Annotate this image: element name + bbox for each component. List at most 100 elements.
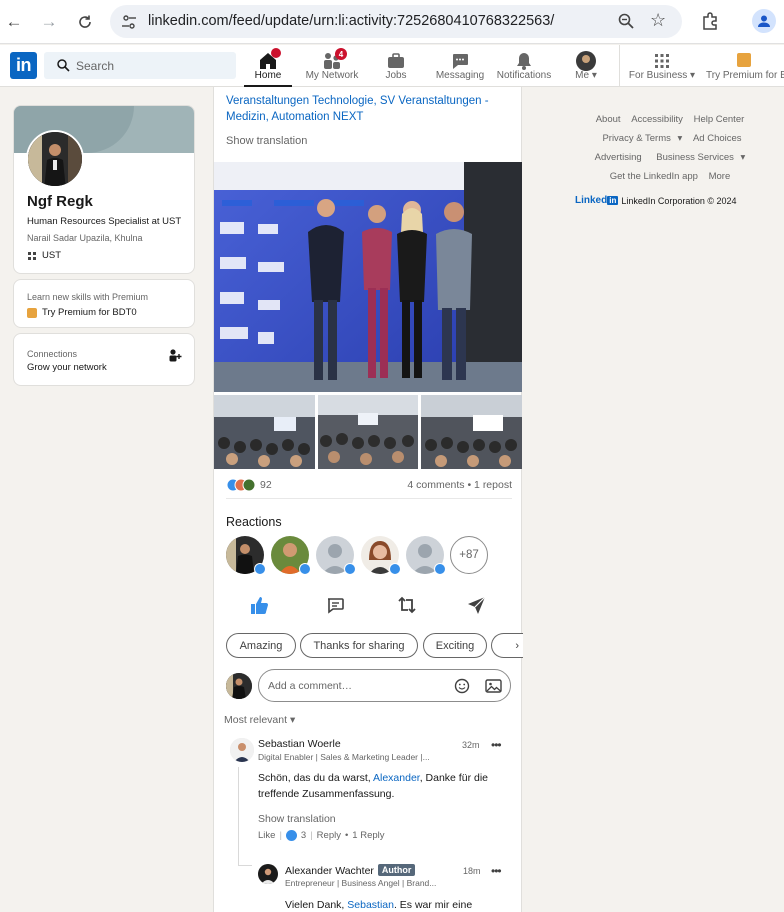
premium-icon [737, 53, 751, 67]
nav-me-label: Me ▾ [575, 70, 597, 81]
linkedin-logo[interactable]: in [10, 52, 37, 79]
profile-avatar[interactable] [26, 130, 84, 188]
nav-jobs[interactable]: Jobs [372, 45, 420, 87]
company-name: UST [42, 250, 61, 261]
replier-avatar[interactable] [258, 864, 278, 884]
post-main-photo[interactable] [214, 162, 522, 392]
footer-copyright: LinkedIn Corporation © 2024 [621, 195, 737, 206]
chat-icon [453, 54, 468, 69]
chevron-right-icon: › [515, 639, 519, 652]
footer-link-more[interactable]: More [709, 171, 731, 182]
thread-line [238, 767, 239, 865]
nav-home[interactable]: Home [244, 45, 292, 87]
post-thumbnail[interactable] [317, 395, 419, 469]
show-translation-link[interactable]: Show translation [226, 135, 307, 147]
premium-card[interactable]: Learn new skills with Premium Try Premiu… [13, 279, 195, 328]
profile-card[interactable]: Ngf Regk Human Resources Specialist at U… [13, 105, 195, 274]
reload-icon[interactable] [73, 10, 97, 34]
footer-link-help[interactable]: Help Center [694, 114, 745, 125]
zoom-icon[interactable] [617, 12, 635, 30]
emoji-icon[interactable] [454, 678, 470, 694]
reply-time: 18m [463, 866, 481, 876]
nav-for-business[interactable]: For Business ▾ [626, 45, 698, 87]
comment-composer: Add a comment… [226, 669, 512, 703]
grid-icon [655, 54, 669, 68]
reactor-avatar[interactable] [406, 536, 446, 575]
nav-messaging-label: Messaging [435, 70, 485, 81]
reaction-icons[interactable] [226, 478, 258, 492]
url-text[interactable]: linkedin.com/feed/update/urn:li:activity… [148, 13, 554, 29]
comments-reposts-count[interactable]: 4 comments • 1 repost [407, 479, 512, 491]
post-text-line[interactable]: Veranstaltungen Technologie, SV Veransta… [226, 93, 516, 109]
comment-icon[interactable] [324, 594, 346, 616]
like-badge-icon [434, 563, 446, 575]
footer-link-get-app[interactable]: Get the LinkedIn app [610, 171, 698, 182]
comment-like-button[interactable]: Like [258, 830, 275, 841]
footer-links: About Accessibility Help Center Privacy … [570, 110, 770, 186]
post-thumbnail[interactable] [214, 395, 315, 469]
mention-link[interactable]: Sebastian [347, 899, 394, 911]
nav-notifications[interactable]: Notifications [494, 45, 554, 87]
nav-jobs-label: Jobs [385, 70, 407, 81]
add-connection-icon[interactable] [168, 348, 182, 362]
footer-link-advertising[interactable]: Advertising [595, 152, 642, 163]
comment-replies-count[interactable]: 1 Reply [352, 830, 384, 841]
footer-link-ad-choices[interactable]: Ad Choices [693, 133, 742, 144]
connections-card[interactable]: Connections Grow your network [13, 333, 195, 386]
chips-scroll-right[interactable]: › [491, 633, 523, 658]
profile-name[interactable]: Ngf Regk [27, 193, 93, 210]
thread-line [238, 865, 252, 866]
reactions-heading: Reactions [226, 515, 282, 529]
nav-messaging[interactable]: Messaging [432, 45, 488, 87]
more-reactors-button[interactable]: +87 [450, 536, 488, 574]
extensions-icon[interactable] [700, 11, 720, 31]
image-icon[interactable] [485, 678, 502, 694]
forward-icon[interactable]: → [37, 10, 61, 34]
replier-name[interactable]: Alexander Wachter Author [285, 864, 416, 877]
comment-input[interactable]: Add a comment… [258, 669, 511, 702]
reactor-avatar[interactable] [226, 536, 266, 575]
like-badge-icon [299, 563, 311, 575]
address-bar[interactable]: linkedin.com/feed/update/urn:li:activity… [110, 5, 682, 38]
reaction-count[interactable]: 92 [260, 479, 272, 491]
send-icon[interactable] [466, 594, 488, 616]
footer-link-privacy[interactable]: Privacy & Terms ▾ [598, 133, 682, 144]
divider [226, 498, 512, 499]
try-premium-link[interactable]: Try Premium for BDT0 [27, 307, 137, 318]
site-settings-icon[interactable] [120, 13, 138, 31]
mention-link[interactable]: Alexander [373, 772, 420, 784]
like-icon[interactable] [248, 594, 270, 616]
repost-icon[interactable] [396, 594, 418, 616]
reply-more-icon[interactable]: ••• [491, 864, 502, 878]
search-input[interactable]: Search [44, 52, 236, 79]
chip-amazing[interactable]: Amazing [226, 633, 296, 658]
bell-icon [517, 53, 531, 70]
commenter-avatar[interactable] [230, 738, 254, 762]
bookmark-star-icon[interactable]: ☆ [650, 10, 666, 31]
reactor-avatar[interactable] [316, 536, 356, 575]
nav-my-network[interactable]: 4 My Network [302, 45, 362, 87]
profile-company[interactable]: UST [27, 250, 61, 261]
comment-more-icon[interactable]: ••• [491, 738, 502, 752]
nav-try-premium[interactable]: Try Premium for BDT0 [704, 45, 784, 87]
footer-link-about[interactable]: About [596, 114, 621, 125]
back-icon[interactable]: ← [2, 10, 26, 34]
sort-dropdown[interactable]: Most relevant ▾ [224, 714, 295, 726]
reactor-avatar[interactable] [271, 536, 311, 575]
reactor-avatar[interactable] [361, 536, 401, 575]
chip-thanks[interactable]: Thanks for sharing [300, 633, 418, 658]
post-thumbnail[interactable] [421, 395, 523, 469]
commenter-name[interactable]: Sebastian Woerle [258, 738, 341, 750]
footer-link-accessibility[interactable]: Accessibility [631, 114, 683, 125]
post-text-line[interactable]: Medizin, Automation NEXT [226, 109, 516, 125]
nav-notifications-label: Notifications [496, 70, 552, 81]
chip-exciting[interactable]: Exciting [423, 633, 487, 658]
comment-show-translation[interactable]: Show translation [258, 813, 336, 825]
browser-profile-icon[interactable] [752, 9, 776, 33]
feed-post: Veranstaltungen Technologie, SV Veransta… [213, 87, 523, 912]
footer-link-business-services[interactable]: Business Services ▾ [652, 152, 745, 163]
comment-reply-button[interactable]: Reply [317, 830, 341, 841]
comment-like-count[interactable]: 3 [301, 830, 306, 841]
nav-me[interactable]: Me ▾ [566, 45, 606, 87]
grow-network-label: Grow your network [27, 362, 107, 373]
